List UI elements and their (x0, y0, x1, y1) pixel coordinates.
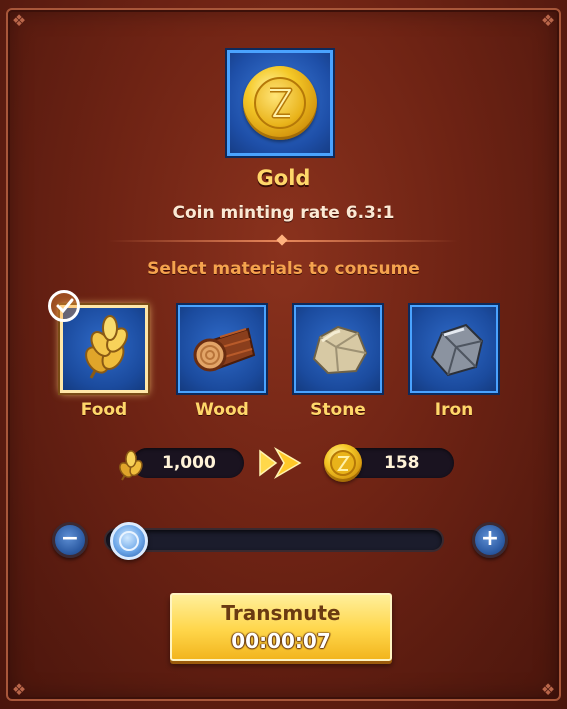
wheat-icon (85, 315, 128, 379)
target-title: Gold (256, 166, 311, 190)
material-slot-iron[interactable] (410, 305, 498, 393)
input-amount: 1,000 (162, 453, 216, 473)
material-label-wood: Wood (195, 400, 249, 420)
corner-ornament-icon: ❖ (11, 11, 27, 30)
minting-rate: Coin minting rate 6.3:1 (172, 203, 395, 223)
gold-target-slot (227, 50, 333, 156)
transmute-timer: 00:00:07 (231, 629, 331, 653)
material-label-iron: Iron (434, 400, 474, 420)
material-slot-stone[interactable] (294, 305, 382, 393)
material-label-stone: Stone (310, 400, 366, 420)
transmute-panel: ❖ ❖ ❖ ❖ Gold Coin minting rate 6.3:1 Sel… (0, 0, 567, 709)
stone-icon (312, 325, 368, 375)
wheat-icon (119, 450, 143, 481)
increase-button[interactable]: + (472, 522, 508, 558)
log-icon (193, 327, 256, 372)
corner-ornament-icon: ❖ (540, 680, 556, 699)
double-arrow-right-icon (259, 446, 302, 480)
select-materials-heading: Select materials to consume (147, 259, 420, 279)
gold-coin-icon (324, 444, 362, 482)
material-label-food: Food (80, 400, 128, 420)
gold-coin-icon (243, 66, 317, 140)
corner-ornament-icon: ❖ (540, 11, 556, 30)
selected-check-icon (48, 290, 80, 322)
material-slot-wood[interactable] (178, 305, 266, 393)
transmute-button[interactable]: Transmute 00:00:07 (170, 593, 392, 661)
decrease-button[interactable]: − (52, 522, 88, 558)
iron-ore-icon (430, 323, 484, 377)
amount-slider-handle[interactable] (110, 522, 148, 560)
transmute-label: Transmute (221, 601, 341, 625)
output-amount: 158 (384, 453, 420, 473)
corner-ornament-icon: ❖ (11, 680, 27, 699)
amount-slider-track[interactable] (106, 530, 442, 550)
